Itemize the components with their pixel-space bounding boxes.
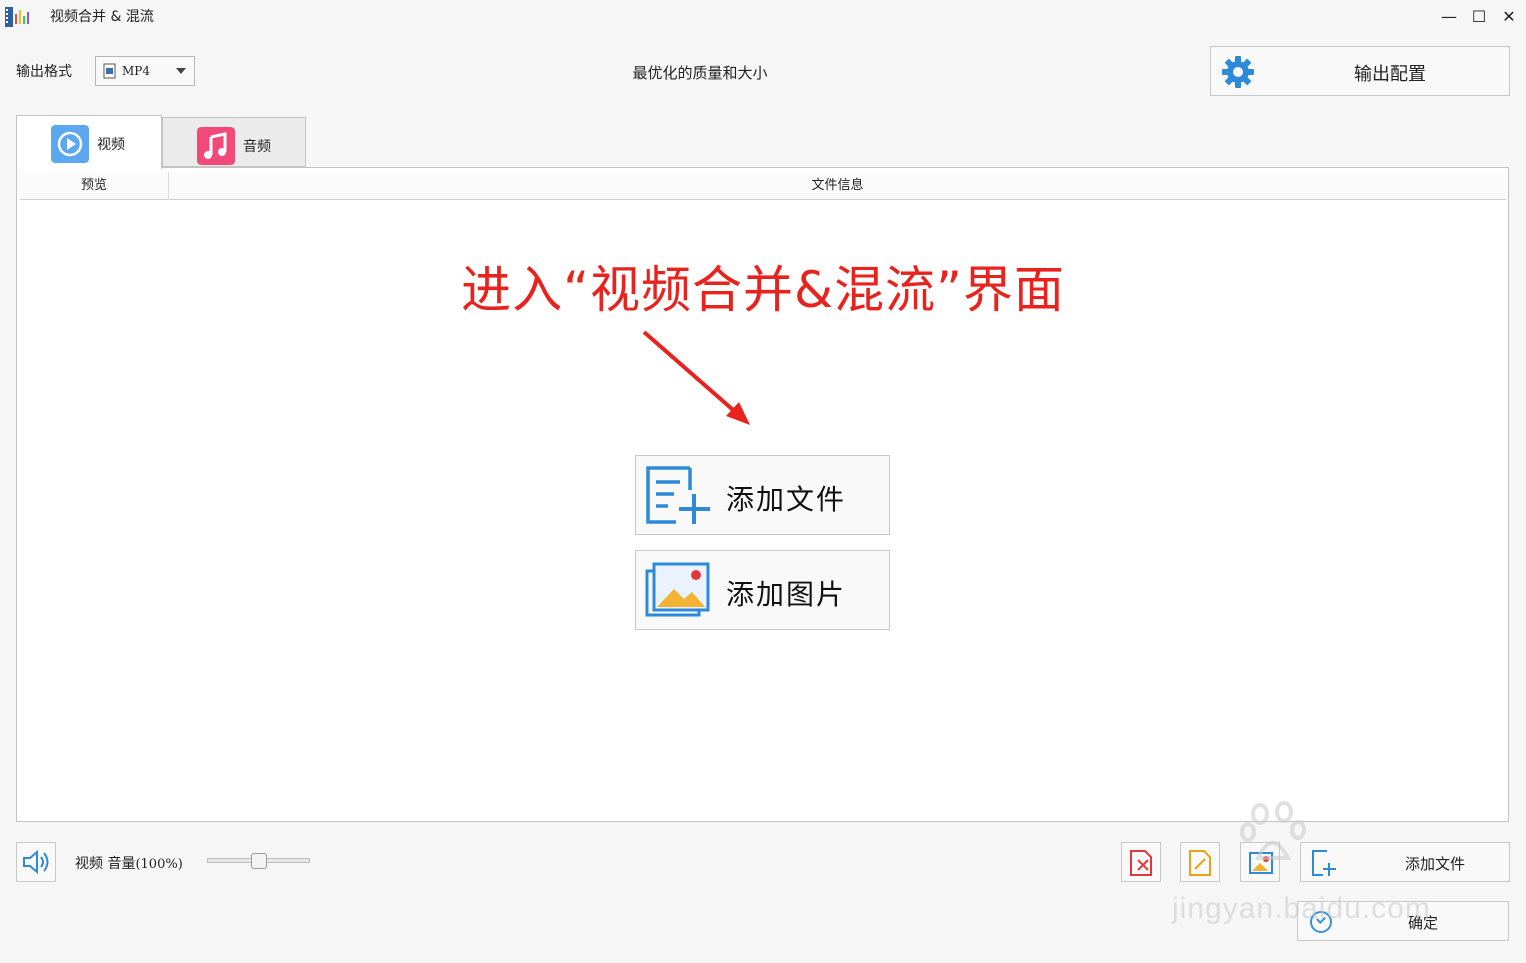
column-header-file-info[interactable]: 文件信息 <box>169 172 1506 200</box>
tab-video[interactable]: 视频 <box>16 115 162 169</box>
gear-icon <box>1222 56 1254 88</box>
annotation-text: 进入“视频合并&混流”界面 <box>461 261 1065 319</box>
output-config-button[interactable]: 输出配置 <box>1210 46 1510 96</box>
check-circle-icon <box>1310 911 1332 933</box>
output-format-select[interactable]: MP4 <box>95 56 195 86</box>
output-config-label: 输出配置 <box>1354 64 1426 85</box>
minimize-icon: — <box>1441 6 1457 26</box>
add-file-small-icon <box>1312 850 1336 876</box>
maximize-button[interactable]: ☐ <box>1464 4 1494 28</box>
annotation-arrow-icon <box>642 330 750 425</box>
output-format-label: 输出格式 <box>16 64 72 80</box>
edit-file-button[interactable] <box>1180 842 1220 882</box>
volume-button[interactable] <box>16 842 56 882</box>
video-file-icon <box>103 63 116 79</box>
ok-label: 确定 <box>1407 914 1438 932</box>
remove-file-button[interactable] <box>1121 842 1161 882</box>
add-file-icon <box>646 466 710 524</box>
volume-percent: (100%) <box>135 857 183 872</box>
column-header-preview[interactable]: 预览 <box>20 172 169 200</box>
maximize-icon: ☐ <box>1471 6 1487 26</box>
close-button[interactable]: ✕ <box>1494 4 1524 28</box>
tab-audio[interactable]: 音频 <box>162 117 306 167</box>
quality-description: 最优化的质量和大小 <box>632 64 768 82</box>
speaker-icon <box>23 849 49 875</box>
chevron-down-icon <box>176 68 186 74</box>
add-file-small-button[interactable]: 添加文件 <box>1300 842 1510 882</box>
add-file-button[interactable]: 添加文件 <box>635 455 890 535</box>
image-file-button[interactable] <box>1240 842 1280 882</box>
app-logo-icon <box>5 7 29 27</box>
edit-file-icon <box>1189 850 1211 876</box>
volume-label-text: 视频 音量 <box>75 856 136 872</box>
output-format-value: MP4 <box>122 64 150 78</box>
add-file-label: 添加文件 <box>726 483 847 516</box>
add-image-label: 添加图片 <box>726 578 847 611</box>
tab-video-label: 视频 <box>97 137 125 153</box>
delete-file-icon <box>1130 850 1152 876</box>
ok-button[interactable]: 确定 <box>1297 901 1509 941</box>
volume-slider-thumb[interactable] <box>250 853 267 869</box>
volume-label: 视频 音量(100%) <box>75 853 183 873</box>
title-bar <box>0 0 1526 32</box>
add-image-button[interactable]: 添加图片 <box>635 550 890 630</box>
music-note-icon <box>197 127 235 165</box>
close-icon: ✕ <box>1502 6 1516 26</box>
play-circle-icon <box>51 125 89 163</box>
tab-audio-label: 音频 <box>243 139 271 155</box>
add-image-icon <box>645 562 710 617</box>
window-title: 视频合并 & 混流 <box>50 9 154 25</box>
image-file-icon <box>1249 852 1273 874</box>
minimize-button[interactable]: — <box>1434 4 1464 28</box>
add-file-small-label: 添加文件 <box>1404 855 1465 873</box>
